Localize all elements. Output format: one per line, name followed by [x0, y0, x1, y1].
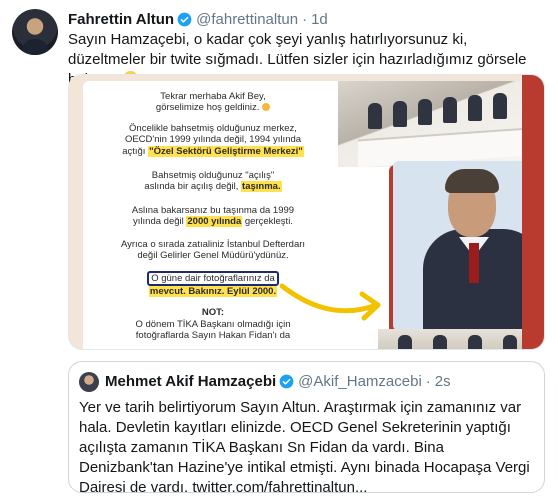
decorative-strip: [522, 75, 544, 349]
highlighted-text: mevcut. Bakınız. Eylül 2000.: [148, 286, 278, 297]
meeting-photo: [338, 81, 538, 167]
infographic-line: fotoğraflarda Sayın Hakan Fidan'ı da: [135, 330, 291, 341]
highlighted-text: taşınma.: [241, 181, 282, 192]
infographic-line-text: görselimize hoş geldiniz.: [155, 102, 260, 113]
person-figure: [503, 335, 517, 349]
smiley-icon: [262, 103, 271, 111]
infographic-line: aslında bir açılış değil, taşınma.: [83, 181, 343, 192]
infographic-line: açtığı "Özel Sektörü Geliştirme Merkezi": [83, 146, 343, 157]
quoted-author-name: Mehmet Akif Hamzaçebi: [105, 373, 277, 390]
quoted-author-handle: @Akif_Hamzacebi: [298, 373, 422, 390]
boxed-text: O güne dair fotoğraflarınız da: [147, 271, 279, 286]
tweet-media-image[interactable]: Tekrar merhaba Akif Bey, görselimize hoş…: [68, 74, 545, 350]
verified-badge-icon: [177, 12, 192, 26]
infographic-line: değil Gelirler Genel Müdürü'ydünüz.: [137, 250, 289, 261]
person-figure: [443, 97, 457, 123]
infographic-line: Ayrıca o sırada zatıaliniz İstanbul Deft…: [120, 239, 306, 250]
highlighted-text: 2000 yılında: [186, 216, 243, 227]
header-separator: ·: [425, 373, 431, 390]
infographic-line-text: açtığı: [122, 146, 146, 157]
quoted-tweet[interactable]: Mehmet Akif Hamzaçebi @Akif_Hamzacebi · …: [68, 361, 545, 496]
author-name[interactable]: Fahrettin Altun: [68, 11, 174, 28]
infographic-line: yılında değil 2000 yılında gerçekleşti.: [83, 216, 343, 227]
quoted-tweet-timestamp: 2s: [434, 373, 451, 390]
arrow-icon: [279, 283, 381, 321]
person-figure: [393, 101, 407, 127]
infographic: Tekrar merhaba Akif Bey, görselimize hoş…: [83, 81, 544, 349]
infographic-line: Aslına bakarsanız bu taşınma da 1999: [131, 205, 295, 216]
quoted-tweet-text: Yer ve tarih belirtiyorum Sayın Altun. A…: [79, 399, 530, 496]
person-figure: [468, 335, 482, 349]
author-handle[interactable]: @fahrettinaltun: [196, 11, 298, 28]
author-avatar[interactable]: [12, 9, 58, 55]
infographic-line: Tekrar merhaba Akif Bey,: [160, 91, 266, 102]
highlighted-text: "Özel Sektörü Geliştirme Merkezi": [148, 146, 304, 157]
tweet-timestamp[interactable]: 1d: [311, 11, 328, 28]
infographic-line-text: aslında bir açılış değil,: [144, 181, 239, 192]
person-figure: [368, 103, 382, 129]
person-figure: [418, 99, 432, 125]
infographic-line-text: yılında değil: [133, 216, 184, 227]
quoted-tweet-header: Mehmet Akif Hamzaçebi @Akif_Hamzacebi · …: [105, 373, 451, 390]
meeting-photo-bottom: [378, 329, 540, 349]
person-figure: [398, 335, 412, 349]
infographic-line: OECD'nin 1999 yılında değil, 1994 yılınd…: [124, 134, 302, 145]
portrait-hair: [445, 169, 499, 193]
person-figure: [493, 93, 507, 119]
person-figure: [433, 335, 447, 349]
person-figure: [468, 95, 482, 121]
verified-badge-icon: [279, 374, 294, 389]
infographic-line: Bahsetmiş olduğunuz "açılış": [151, 170, 275, 181]
infographic-line-text: gerçekleşti.: [244, 216, 293, 227]
tweet[interactable]: Fahrettin Altun @fahrettinaltun · 1d Say…: [0, 0, 558, 499]
tweet-header: Fahrettin Altun @fahrettinaltun · 1d: [68, 9, 328, 29]
infographic-line: Öncelikle bahsetmiş olduğunuz merkez,: [129, 123, 297, 134]
note-label: NOT:: [201, 307, 225, 318]
infographic-line: görselimize hoş geldiniz.: [83, 102, 343, 113]
quoted-author-avatar: [79, 372, 99, 392]
portrait-tie: [469, 243, 479, 283]
header-separator: ·: [302, 10, 308, 28]
